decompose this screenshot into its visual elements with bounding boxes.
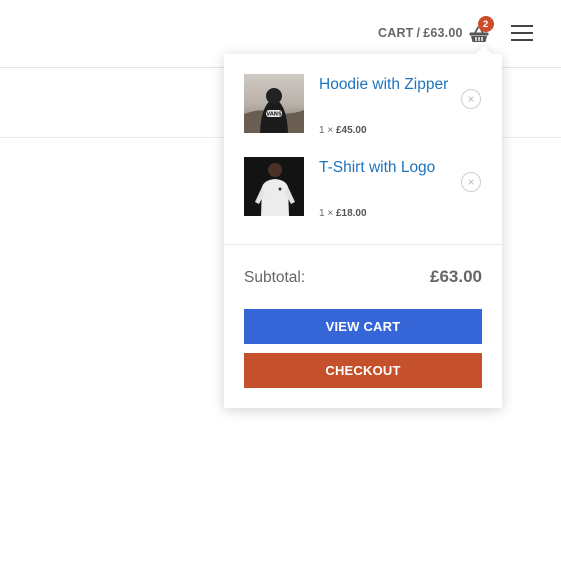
item-price: 1 × £45.00 <box>319 125 367 136</box>
item-name-link[interactable]: Hoodie with Zipper <box>319 74 459 95</box>
cart-separator: / <box>416 26 421 40</box>
mini-cart-dropdown: VANS Hoodie with Zipper 1 × £45.00 × T-S… <box>224 45 502 408</box>
svg-text:VANS: VANS <box>266 112 282 118</box>
header-cart-link[interactable]: CART / £63.00 2 <box>378 16 494 44</box>
mini-cart-item: VANS Hoodie with Zipper 1 × £45.00 × <box>244 74 484 144</box>
remove-item-icon[interactable]: × <box>461 89 481 109</box>
item-amount: £45.00 <box>335 125 367 136</box>
view-cart-button[interactable]: VIEW CART <box>244 309 482 344</box>
cart-label: CART <box>378 26 414 40</box>
cart-count-badge: 2 <box>477 16 494 32</box>
mini-cart-divider <box>224 244 502 245</box>
item-name-link[interactable]: T-Shirt with Logo <box>319 157 459 178</box>
basket-icon: 2 <box>468 16 494 44</box>
item-amount: £18.00 <box>335 208 367 219</box>
item-price: 1 × £18.00 <box>319 208 367 219</box>
mini-cart-item: T-Shirt with Logo 1 × £18.00 × <box>244 157 484 227</box>
item-quantity: 1 × <box>319 125 334 136</box>
item-quantity: 1 × <box>319 208 334 219</box>
tshirt-thumbnail[interactable] <box>244 157 304 216</box>
remove-item-icon[interactable]: × <box>461 172 481 192</box>
hoodie-thumbnail[interactable]: VANS <box>244 74 304 133</box>
subtotal-label: Subtotal: <box>244 269 306 286</box>
hamburger-menu-icon[interactable] <box>511 25 533 41</box>
cart-total: £63.00 <box>423 26 463 40</box>
subtotal-value: £63.00 <box>430 267 482 286</box>
checkout-button[interactable]: CHECKOUT <box>244 353 482 388</box>
